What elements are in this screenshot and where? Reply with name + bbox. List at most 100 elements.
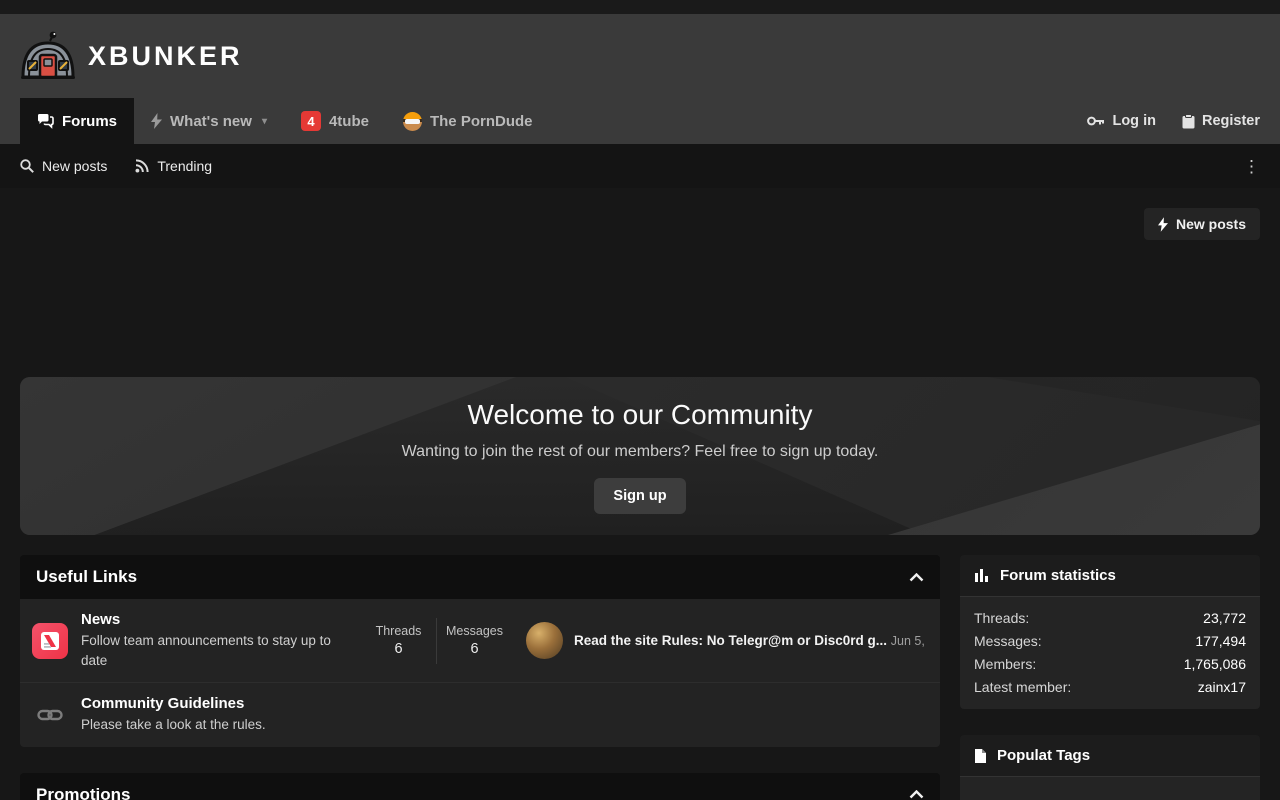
popular-tags-header: Populat Tags bbox=[960, 735, 1260, 777]
columns: Useful Links Ne bbox=[20, 555, 1260, 800]
subnav-trending[interactable]: Trending bbox=[135, 158, 212, 174]
forum-node-guidelines: Community Guidelines Please take a look … bbox=[20, 683, 940, 747]
stat-row-messages: Messages: 177,494 bbox=[974, 630, 1246, 653]
main-nav: Forums What's new ▾ 4 4tube The PornDude bbox=[20, 98, 1260, 144]
threads-stat: Threads 6 bbox=[361, 624, 436, 657]
node-title-guidelines[interactable]: Community Guidelines bbox=[81, 695, 343, 712]
tab-4tube-label: 4tube bbox=[329, 113, 369, 130]
bar-chart-icon bbox=[974, 568, 990, 583]
bolt-icon bbox=[151, 113, 162, 129]
stat-value: 177,494 bbox=[1195, 630, 1246, 653]
overflow-menu-icon[interactable]: ⋮ bbox=[1243, 158, 1260, 175]
key-icon bbox=[1087, 115, 1105, 127]
register-icon bbox=[1182, 114, 1195, 129]
bolt-icon bbox=[1158, 217, 1168, 232]
latest-post-title[interactable]: Read the site Rules: No Telegr@m or Disc… bbox=[574, 633, 887, 648]
toolbar: New posts bbox=[20, 208, 1260, 240]
tab-forums-label: Forums bbox=[62, 113, 117, 130]
stat-row-latest-member: Latest member: zainx17 bbox=[974, 676, 1246, 699]
banner-subtitle: Wanting to join the rest of our members?… bbox=[402, 443, 879, 461]
tab-whats-new[interactable]: What's new ▾ bbox=[134, 98, 284, 144]
chevron-down-icon: ▾ bbox=[262, 116, 267, 127]
popular-tags-block: Populat Tags bbox=[960, 735, 1260, 800]
promotions-header[interactable]: Promotions bbox=[20, 773, 940, 800]
promotions-block: Promotions bbox=[20, 773, 940, 800]
tab-porndude-label: The PornDude bbox=[430, 113, 533, 130]
popular-tags-body bbox=[960, 777, 1260, 800]
messages-stat: Messages 6 bbox=[437, 624, 512, 657]
node-stats: Threads 6 Messages 6 bbox=[361, 618, 512, 664]
link-icon bbox=[37, 708, 63, 722]
main-column: Useful Links Ne bbox=[20, 555, 940, 800]
latest-post: Read the site Rules: No Telegr@m or Disc… bbox=[526, 622, 928, 659]
forum-statistics-title: Forum statistics bbox=[1000, 567, 1116, 584]
site-header: XBUNKER Forums What's new ▾ 4 4tube Th bbox=[0, 14, 1280, 144]
chevron-up-icon[interactable] bbox=[909, 573, 924, 582]
stat-value-latest-member[interactable]: zainx17 bbox=[1198, 676, 1246, 699]
node-description: Follow team announcements to stay up to … bbox=[81, 631, 343, 670]
threads-label: Threads bbox=[361, 624, 436, 638]
stat-row-threads: Threads: 23,772 bbox=[974, 607, 1246, 630]
link-icon-wrap bbox=[32, 708, 68, 722]
promotions-title: Promotions bbox=[36, 785, 130, 800]
new-posts-button-label: New posts bbox=[1176, 216, 1246, 232]
news-icon bbox=[32, 623, 68, 659]
rss-icon bbox=[135, 159, 149, 173]
banner-title: Welcome to our Community bbox=[402, 399, 879, 431]
node-text: Community Guidelines Please take a look … bbox=[81, 695, 343, 735]
porndude-icon bbox=[403, 112, 422, 131]
login-link[interactable]: Log in bbox=[1087, 113, 1156, 129]
tab-forums[interactable]: Forums bbox=[20, 98, 134, 144]
avatar[interactable] bbox=[526, 622, 563, 659]
4tube-icon: 4 bbox=[301, 111, 321, 131]
threads-value: 6 bbox=[361, 641, 436, 657]
stat-label: Messages: bbox=[974, 630, 1042, 653]
tab-4tube[interactable]: 4 4tube bbox=[284, 98, 386, 144]
forum-statistics-body: Threads: 23,772 Messages: 177,494 Member… bbox=[960, 597, 1260, 709]
stat-value: 1,765,086 bbox=[1184, 653, 1246, 676]
node-title-news[interactable]: News bbox=[81, 611, 343, 628]
stat-row-members: Members: 1,765,086 bbox=[974, 653, 1246, 676]
useful-links-block: Useful Links Ne bbox=[20, 555, 940, 747]
search-icon bbox=[20, 159, 34, 173]
popular-tags-title: Populat Tags bbox=[997, 747, 1090, 764]
main-content: New posts Welcome to our Community Wanti… bbox=[0, 188, 1280, 800]
latest-post-meta: Jun 5, 2024 · ... bbox=[891, 634, 928, 648]
messages-value: 6 bbox=[437, 641, 512, 657]
brand-title[interactable]: XBUNKER bbox=[88, 41, 243, 72]
sidebar: Forum statistics Threads: 23,772 Message… bbox=[960, 555, 1260, 800]
brand-row: XBUNKER bbox=[20, 14, 1260, 98]
stat-label: Threads: bbox=[974, 607, 1029, 630]
forum-statistics-block: Forum statistics Threads: 23,772 Message… bbox=[960, 555, 1260, 709]
stat-value: 23,772 bbox=[1203, 607, 1246, 630]
subnav: New posts Trending ⋮ bbox=[0, 144, 1280, 188]
tab-porndude[interactable]: The PornDude bbox=[386, 98, 550, 144]
useful-links-title: Useful Links bbox=[36, 567, 137, 587]
document-icon bbox=[974, 748, 987, 764]
forums-icon bbox=[37, 113, 54, 129]
node-text: News Follow team announcements to stay u… bbox=[81, 611, 343, 670]
top-strip bbox=[0, 0, 1280, 14]
stat-label: Latest member: bbox=[974, 676, 1071, 699]
register-label: Register bbox=[1202, 113, 1260, 129]
banner-content: Welcome to our Community Wanting to join… bbox=[402, 399, 879, 514]
stat-label: Members: bbox=[974, 653, 1036, 676]
chevron-up-icon[interactable] bbox=[909, 790, 924, 799]
forum-node-news: News Follow team announcements to stay u… bbox=[20, 599, 940, 683]
subnav-new-posts-label: New posts bbox=[42, 158, 107, 174]
login-label: Log in bbox=[1112, 113, 1156, 129]
bunker-logo-icon[interactable] bbox=[20, 31, 76, 81]
welcome-banner: Welcome to our Community Wanting to join… bbox=[20, 377, 1260, 535]
latest-line: Read the site Rules: No Telegr@m or Disc… bbox=[574, 633, 928, 648]
auth-links: Log in Register bbox=[1087, 98, 1260, 144]
messages-label: Messages bbox=[437, 624, 512, 638]
new-posts-button[interactable]: New posts bbox=[1144, 208, 1260, 240]
forum-statistics-header: Forum statistics bbox=[960, 555, 1260, 597]
sign-up-button[interactable]: Sign up bbox=[594, 478, 685, 514]
node-description: Please take a look at the rules. bbox=[81, 715, 343, 735]
subnav-trending-label: Trending bbox=[157, 158, 212, 174]
subnav-new-posts[interactable]: New posts bbox=[20, 158, 107, 174]
useful-links-header[interactable]: Useful Links bbox=[20, 555, 940, 599]
register-link[interactable]: Register bbox=[1182, 113, 1260, 129]
tab-whats-new-label: What's new bbox=[170, 113, 252, 130]
